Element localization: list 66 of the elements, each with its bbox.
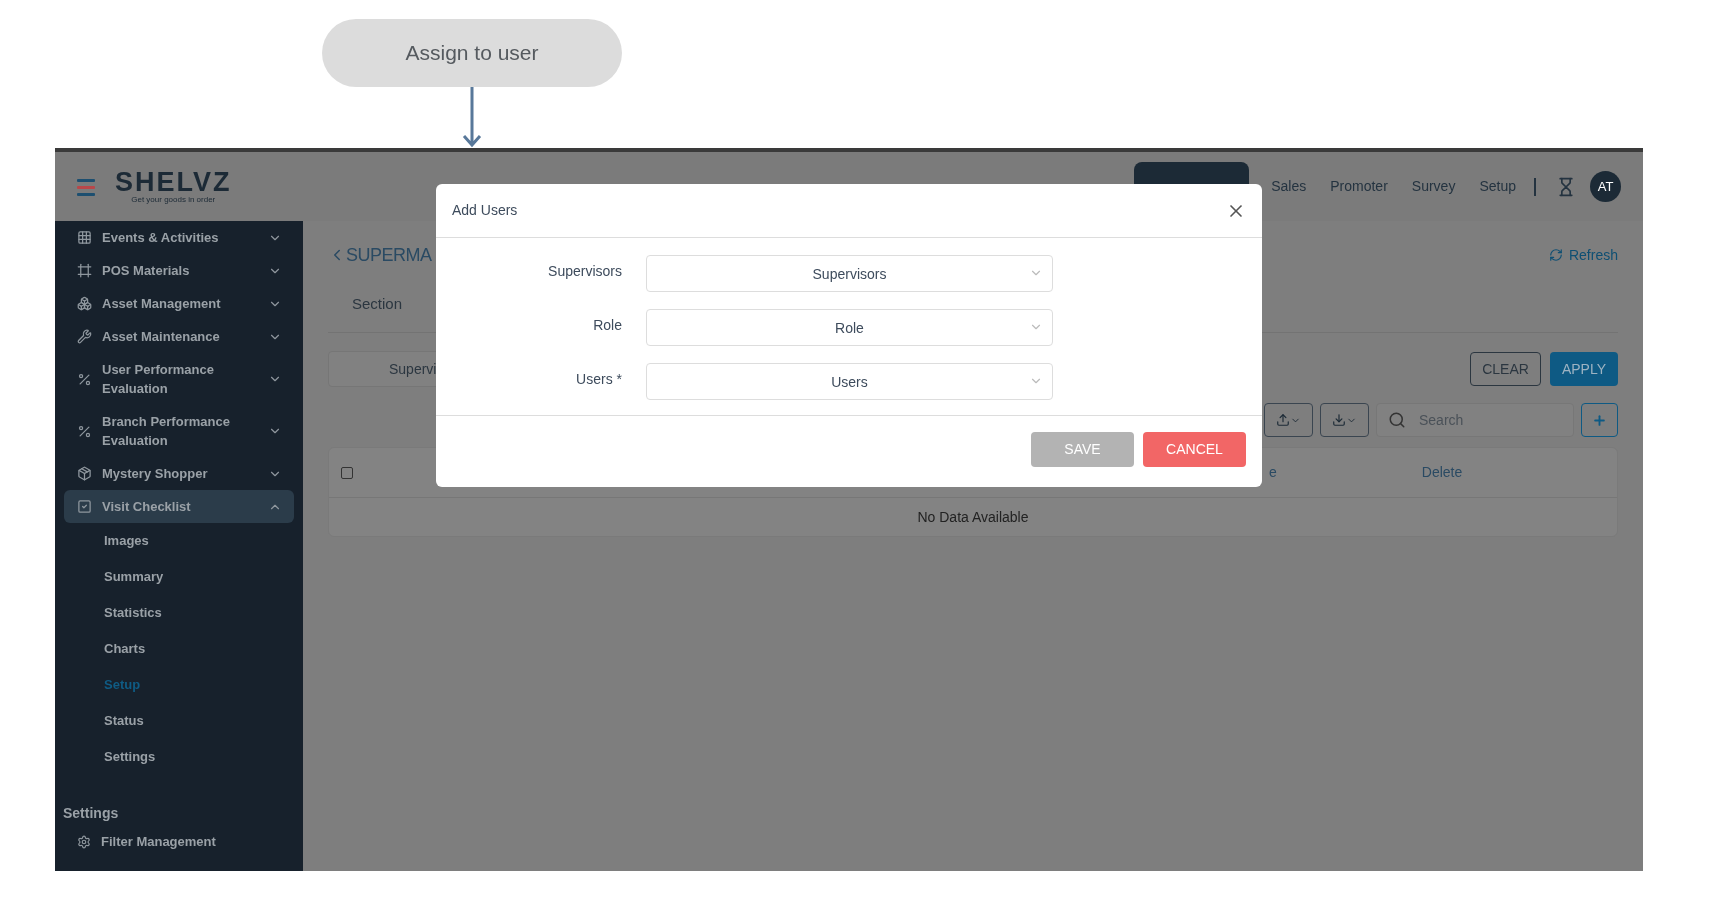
submenu-item[interactable]: Status (55, 703, 303, 739)
field-label: Users * (575, 370, 622, 389)
submenu-item[interactable]: Settings (55, 739, 303, 775)
menu-icon[interactable] (77, 176, 95, 197)
select-field[interactable]: Supervisors (646, 255, 1053, 292)
empty-message: No Data Available (917, 507, 1029, 527)
sidebar-item[interactable]: Asset Maintenance (64, 320, 294, 353)
item-label: Filter Management (101, 833, 216, 851)
sidebar-item[interactable]: Filter Management (55, 824, 303, 860)
logo: SHELVZ (115, 168, 232, 195)
sidebar-item[interactable]: Visit Checklist (64, 490, 294, 523)
item-icon (77, 230, 92, 245)
item-label: Asset Maintenance (102, 328, 221, 346)
modal-title: Add Users (452, 201, 518, 220)
download-icon (1332, 413, 1346, 427)
column-header: e (1269, 463, 1277, 482)
avatar[interactable]: AT (1590, 171, 1621, 202)
item-label: Events & Activities (102, 229, 220, 247)
nav-link[interactable]: Setup (1479, 176, 1516, 197)
select-field[interactable]: Role (646, 309, 1053, 346)
page-title: SUPERMA (346, 243, 432, 267)
nav-link[interactable]: Survey (1411, 176, 1456, 197)
submenu-item[interactable]: Charts (55, 631, 303, 667)
upload-icon (1276, 413, 1290, 427)
item-icon (77, 329, 92, 344)
logo-tagline: Get your goods in order (131, 194, 216, 205)
item-label: Asset Management (102, 295, 222, 313)
sidebar-item[interactable]: Branch Performance Evaluation (64, 405, 294, 457)
item-label: Visit Checklist (102, 498, 192, 516)
nav-link[interactable]: Promoter (1330, 176, 1388, 197)
nav-link[interactable]: Sales (1271, 176, 1307, 197)
submenu-item[interactable]: Statistics (55, 595, 303, 631)
item-label: Branch Performance Evaluation (102, 413, 231, 450)
item-icon (77, 296, 92, 311)
column-header: Delete (1421, 463, 1463, 482)
apply-button[interactable]: APPLY (1550, 352, 1618, 386)
download-button[interactable] (1320, 403, 1369, 437)
gear-icon (77, 834, 91, 849)
hourglass-icon[interactable] (1556, 176, 1576, 197)
sidebar-item[interactable]: Asset Management (64, 287, 294, 320)
plus-icon (1592, 412, 1607, 428)
sidebar-item[interactable]: User Performance Evaluation (64, 353, 294, 405)
sidebar-item[interactable]: POS Materials (64, 254, 294, 287)
callout-bubble: Assign to user (322, 19, 622, 87)
section-heading: Settings (62, 804, 120, 823)
sidebar-item[interactable]: Mystery Shopper (64, 457, 294, 490)
field-label: Supervisors (547, 262, 622, 281)
arrow-icon (462, 87, 482, 148)
search-icon (1388, 411, 1406, 429)
item-icon (77, 499, 92, 514)
submenu-item[interactable]: Summary (55, 559, 303, 595)
refresh-icon (1548, 248, 1563, 262)
item-icon (77, 263, 92, 278)
add-button[interactable] (1581, 403, 1618, 437)
submenu-item[interactable]: Images (55, 523, 303, 559)
item-label: User Performance Evaluation (102, 361, 215, 398)
item-icon (77, 371, 92, 387)
item-label: Mystery Shopper (102, 465, 209, 483)
field-label: Role (592, 316, 622, 335)
item-label: POS Materials (102, 262, 191, 280)
item-icon (77, 423, 92, 439)
select-field[interactable]: Users (646, 363, 1053, 400)
upload-button[interactable] (1264, 403, 1313, 437)
sidebar-item[interactable]: Events & Activities (64, 221, 294, 254)
checkbox[interactable] (341, 466, 353, 479)
item-icon (77, 466, 92, 481)
